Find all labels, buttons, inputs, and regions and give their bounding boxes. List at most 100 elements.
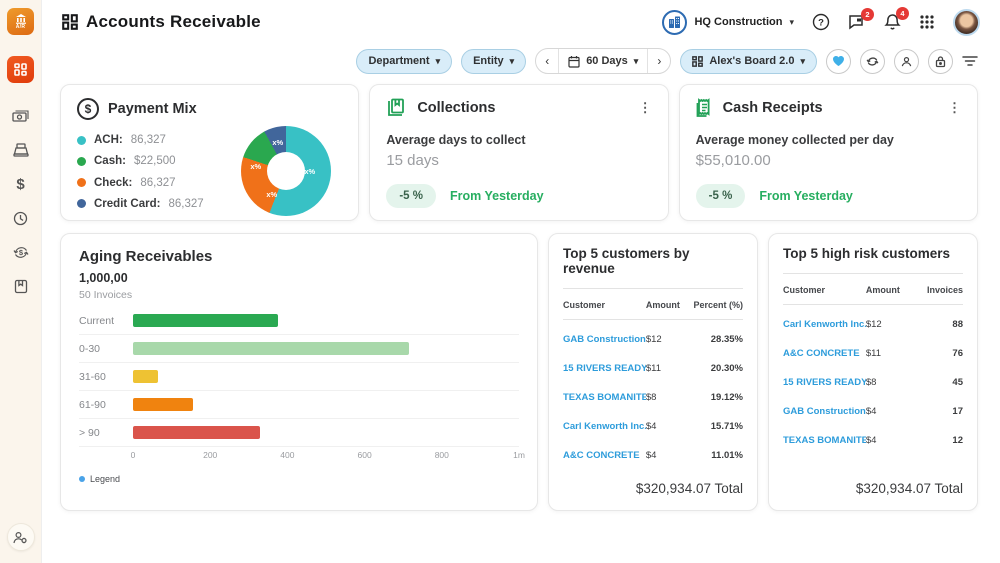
top-bar: Accounts Receivable HQ Construction ▾ ? …: [42, 0, 1000, 44]
customer-link[interactable]: TEXAS BOMANITE: [783, 435, 866, 446]
banknote-icon: [12, 110, 29, 123]
bar-track: [133, 342, 519, 355]
percent-cell: 28.35%: [689, 334, 743, 345]
customer-link[interactable]: Carl Kenworth Inc.: [563, 421, 646, 432]
aging-row: Current: [79, 307, 519, 335]
user-avatar[interactable]: [953, 9, 980, 36]
top-risk-title: Top 5 high risk customers: [783, 246, 963, 274]
sidebar-item-billing[interactable]: $: [8, 171, 34, 197]
page-title-wrap: Accounts Receivable: [62, 12, 261, 32]
main-area: Accounts Receivable HQ Construction ▾ ? …: [42, 0, 1000, 563]
table-row: Carl Kenworth Inc. $4 15.71%: [563, 407, 743, 436]
customer-link[interactable]: A&C CONCRETE: [783, 348, 866, 359]
table-header: Customer Amount Invoices: [783, 274, 963, 305]
table-row: GAB Construction $4 17: [783, 392, 963, 421]
help-button[interactable]: ?: [812, 13, 830, 31]
customer-link[interactable]: A&C CONCRETE: [563, 450, 646, 461]
percent-cell: 15.71%: [689, 421, 743, 432]
customer-link[interactable]: Carl Kenworth Inc.: [783, 319, 866, 330]
kebab-menu-icon[interactable]: ⋮: [948, 102, 961, 114]
help-icon: ?: [812, 13, 830, 31]
table-row: 15 RIVERS READY-MIX $8 45: [783, 363, 963, 392]
customer-link[interactable]: 15 RIVERS READY-MIX: [783, 377, 866, 388]
customer-link[interactable]: 15 RIVERS READY-MIX: [563, 363, 646, 374]
payment-mix-legend: ACH: 86,327 Cash: $22,500 Check:: [77, 126, 230, 216]
bar-track: [133, 370, 519, 383]
table-row: A&C CONCRETE $11 76: [783, 334, 963, 363]
slice-label-check: x%: [266, 190, 277, 199]
company-selector[interactable]: HQ Construction ▾: [662, 10, 794, 35]
share-user-button[interactable]: [894, 49, 919, 74]
apps-button[interactable]: [919, 14, 935, 30]
app-root: A/R $ $ Accou: [0, 0, 1000, 563]
notifications-button[interactable]: 4: [884, 13, 901, 31]
cash-receipts-header: Cash Receipts ⋮: [696, 98, 961, 118]
sidebar-item-ledger[interactable]: [8, 273, 34, 299]
amount-cell: $4: [866, 435, 909, 446]
board-selector[interactable]: Alex's Board 2.0 ▾: [680, 49, 817, 74]
detail-row: Aging Receivables 1,000,00 50 Invoices C…: [60, 233, 978, 511]
department-filter[interactable]: Department ▾: [356, 49, 452, 74]
date-range-selector[interactable]: 60 Days ▾: [558, 49, 648, 73]
bar-61-90: [133, 398, 193, 411]
entity-filter[interactable]: Entity ▾: [461, 49, 526, 74]
customer-link[interactable]: GAB Construction: [783, 406, 866, 417]
lock-button[interactable]: [928, 49, 953, 74]
table-total: $320,934.07 Total: [563, 481, 743, 496]
sidebar-item-history[interactable]: [8, 205, 34, 231]
customer-link[interactable]: GAB Construction: [563, 334, 646, 345]
invoices-cell: 12: [909, 435, 963, 446]
filter-bar: Department ▾ Entity ▾ ‹ 60 Days ▾ › Alex…: [42, 44, 1000, 84]
sidebar-item-dashboard[interactable]: [7, 56, 34, 83]
messages-button[interactable]: 2: [848, 14, 866, 30]
amount-cell: $4: [646, 421, 689, 432]
aging-invoice-count: 50 Invoices: [79, 289, 519, 301]
collections-card: Collections ⋮ Average days to collect 15…: [369, 84, 668, 221]
delta-caption: From Yesterday: [759, 189, 853, 203]
customer-link[interactable]: TEXAS BOMANITE: [563, 392, 646, 403]
slice-label-credit-card: x%: [272, 138, 283, 147]
x-tick: 0: [131, 450, 136, 460]
aging-row: 31-60: [79, 363, 519, 391]
aging-x-axis: 0 200 400 600 800 1m: [133, 450, 519, 466]
chevron-down-icon: ▾: [789, 17, 794, 28]
favorite-button[interactable]: [826, 49, 851, 74]
lock-icon: [935, 55, 946, 68]
app-logo[interactable]: A/R: [7, 8, 34, 35]
user-settings-button[interactable]: [7, 523, 35, 551]
sidebar-item-payments[interactable]: [8, 103, 34, 129]
user-circle-icon: [900, 55, 913, 68]
bar-track: [133, 314, 519, 327]
aging-category-label: 61-90: [79, 399, 133, 411]
invoices-cell: 45: [909, 377, 963, 388]
bar-31-60: [133, 370, 158, 383]
x-tick: 200: [203, 450, 217, 460]
legend-dot: [77, 136, 86, 145]
payment-mix-donut-chart: x% x% x% x%: [241, 126, 331, 216]
refresh-button[interactable]: [860, 49, 885, 74]
legend-label: Legend: [90, 474, 120, 484]
amount-cell: $11: [646, 363, 689, 374]
receipt-icon: [696, 98, 714, 118]
x-tick: 600: [358, 450, 372, 460]
table-row: TEXAS BOMANITE $4 12: [783, 421, 963, 450]
sync-dollar-icon: $: [13, 245, 29, 260]
kebab-menu-icon[interactable]: ⋮: [639, 102, 652, 114]
sidebar-item-sync-payments[interactable]: $: [8, 239, 34, 265]
slice-label-cash: x%: [250, 162, 261, 171]
heart-icon: [832, 55, 845, 67]
top-risk-card: Top 5 high risk customers Customer Amoun…: [768, 233, 978, 511]
filter-menu-button[interactable]: [962, 55, 978, 67]
sidebar-item-cash-register[interactable]: [8, 137, 34, 163]
legend-item: ACH: 86,327: [77, 134, 230, 146]
amount-cell: $12: [646, 334, 689, 345]
cash-receipts-metric-label: Average money collected per day: [696, 133, 961, 147]
collections-metric-label: Average days to collect: [386, 133, 651, 147]
legend-label: Credit Card:: [94, 198, 160, 210]
table-row: Carl Kenworth Inc. $12 88: [783, 305, 963, 334]
date-prev-button[interactable]: ‹: [536, 49, 558, 73]
sync-icon: [866, 55, 879, 68]
bar-over-90: [133, 426, 260, 439]
aging-row: 0-30: [79, 335, 519, 363]
date-next-button[interactable]: ›: [648, 49, 670, 73]
